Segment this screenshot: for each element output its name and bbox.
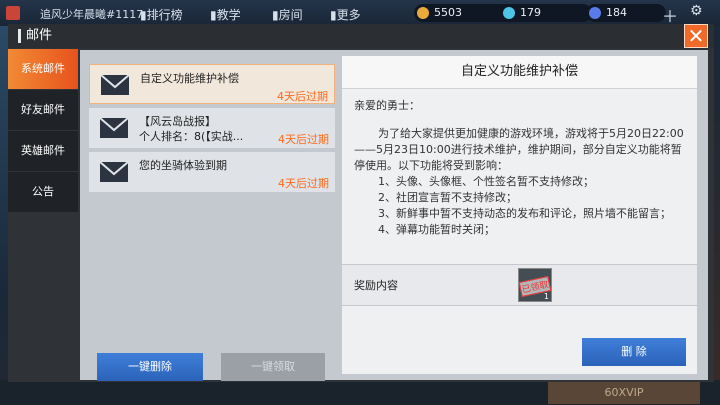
detail-paragraph: 2、社团宣言暂不支持修改； — [378, 191, 517, 204]
mail-title: 您的坐骑体验到期 — [139, 159, 227, 172]
guild-avatar[interactable] — [6, 6, 20, 20]
reward-section: 奖励内容 已领取 1 — [342, 264, 697, 306]
delete-button[interactable]: 删 除 — [582, 338, 686, 366]
mail-item[interactable]: 【风云岛战报】 个人排名：8(【实战... 4天后过期 — [89, 108, 335, 148]
tab-hero-mail[interactable]: 英雄邮件 — [8, 131, 78, 172]
claim-all-button[interactable]: 一键领取 — [221, 353, 325, 381]
nav-tutorial[interactable]: ▮教学 — [210, 6, 241, 23]
settings-icon[interactable]: ⚙ — [690, 3, 703, 19]
detail-paragraph: 4、弹幕功能暂时关闭； — [378, 223, 495, 236]
reward-count: 1 — [543, 292, 549, 301]
mail-tabs: 系统邮件 好友邮件 英雄邮件 公告 — [8, 49, 78, 382]
tab-friend-mail[interactable]: 好友邮件 — [8, 90, 78, 131]
detail-paragraph: 3、新鲜事中暂不支持动态的发布和评论，照片墙不能留言； — [378, 207, 671, 220]
detail-body: 亲爱的勇士： 为了给大家提供更加健康的游戏环境，游戏将于5月20日22:00——… — [354, 98, 686, 238]
reward-item[interactable]: 已领取 1 — [518, 268, 552, 302]
gem-icon — [503, 7, 515, 19]
mail-expiry: 4天后过期 — [278, 177, 329, 190]
detail-title: 自定义功能维护补偿 — [342, 56, 697, 89]
mail-expiry: 4天后过期 — [278, 133, 329, 146]
envelope-icon — [99, 161, 129, 182]
vip-badge[interactable]: 60XVIP — [548, 382, 700, 404]
mail-item[interactable]: 自定义功能维护补偿 4天后过期 — [89, 64, 335, 104]
nav-more[interactable]: ▮更多 — [330, 6, 361, 23]
ticket-icon — [589, 7, 601, 19]
detail-paragraph: 1、头像、头像框、个性签名暂不支持修改； — [378, 175, 594, 188]
window-title: 邮件 — [26, 28, 53, 43]
mail-item[interactable]: 您的坐骑体验到期 4天后过期 — [89, 152, 335, 192]
close-button[interactable]: ✕ — [684, 24, 708, 48]
mail-content: 自定义功能维护补偿 4天后过期 【风云岛战报】 个人排名：8(【实战... 4天… — [80, 50, 708, 381]
mail-window: 邮件 ✕ 系统邮件 好友邮件 英雄邮件 公告 自定义功能维护补偿 4天后过期 【… — [8, 24, 714, 382]
ticket-counter: 184 — [586, 4, 666, 22]
guild-name: 追风少年晨曦#1117 — [40, 8, 144, 21]
mail-detail: 自定义功能维护补偿 亲爱的勇士： 为了给大家提供更加健康的游戏环境，游戏将于5月… — [342, 56, 697, 374]
nav-room[interactable]: ▮房间 — [272, 6, 303, 23]
mail-expiry: 4天后过期 — [277, 90, 328, 103]
bottom-bar: 60XVIP — [0, 380, 720, 405]
nav-ranking[interactable]: ▮排行榜 — [140, 6, 183, 23]
detail-greeting: 亲爱的勇士： — [354, 99, 420, 112]
envelope-icon — [99, 117, 129, 138]
reward-label: 奖励内容 — [354, 279, 398, 292]
mail-title: 自定义功能维护补偿 — [140, 72, 239, 85]
gem-counter: 179 — [500, 4, 592, 22]
coin-icon — [417, 7, 429, 19]
gold-counter: 5503 — [414, 4, 514, 22]
mail-subtitle: 个人排名：8(【实战... — [139, 130, 244, 143]
tab-system-mail[interactable]: 系统邮件 — [8, 49, 78, 90]
detail-paragraph: 为了给大家提供更加健康的游戏环境，游戏将于5月20日22:00——5月23日10… — [354, 127, 684, 172]
delete-all-button[interactable]: 一键删除 — [97, 353, 203, 381]
window-title-bar: 邮件 — [8, 24, 714, 48]
top-bar: 追风少年晨曦#1117 ▮排行榜 ▮教学 ▮房间 ▮更多 5503 179 18… — [0, 0, 720, 26]
tab-announcement[interactable]: 公告 — [8, 172, 78, 213]
title-accent — [18, 29, 21, 43]
envelope-icon — [100, 74, 130, 95]
mail-title: 【风云岛战报】 — [139, 115, 216, 128]
